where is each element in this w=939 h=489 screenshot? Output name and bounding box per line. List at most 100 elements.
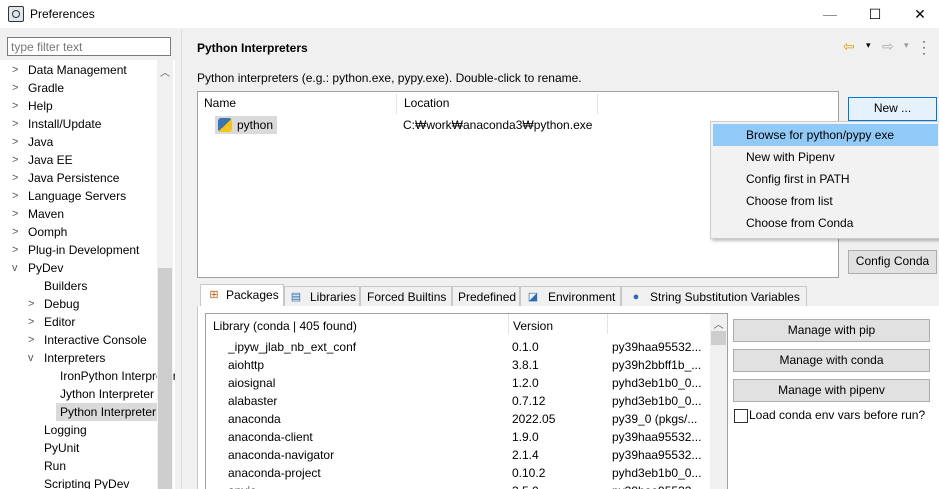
expanded-chevron-icon[interactable]: v <box>12 259 22 277</box>
maximize-button[interactable]: ☐ <box>855 4 895 24</box>
package-name: aiohttp <box>228 358 265 372</box>
tree-item[interactable]: Jython Interpreter <box>56 385 157 403</box>
collapsed-chevron-icon[interactable]: > <box>12 61 22 79</box>
manage-with-pip-button[interactable]: Manage with pip <box>733 319 930 342</box>
tree-item[interactable]: > Editor <box>28 313 157 331</box>
column-header-name[interactable]: Name <box>204 94 236 112</box>
tree-item[interactable]: > Data Management <box>12 61 157 79</box>
tab-environment[interactable]: ◪ Environment <box>520 286 621 307</box>
tree-item[interactable]: > Maven <box>12 205 157 223</box>
forward-arrow-icon[interactable]: ⇨ <box>882 38 894 55</box>
package-build: py39haa95532... <box>612 482 707 489</box>
interpreter-row-name[interactable]: python <box>215 116 278 134</box>
tree-item[interactable]: > Install/Update <box>12 115 157 133</box>
dropdown-item-config-first-in-path[interactable]: Config first in PATH <box>713 168 938 190</box>
tree-item[interactable]: PyUnit <box>28 439 157 457</box>
tree-item[interactable]: > Interactive Console <box>28 331 157 349</box>
dropdown-item-choose-from-list[interactable]: Choose from list <box>713 190 938 212</box>
preferences-tree[interactable]: > Data Management > Gradle > Help > Install/Upd… <box>0 60 175 489</box>
interpreter-location[interactable]: C:₩work₩anaconda3₩python.exe <box>403 118 592 132</box>
tree-item[interactable]: > Oomph <box>12 223 157 241</box>
back-arrow-icon[interactable]: ⇦ <box>843 38 855 55</box>
packages-scroll-thumb[interactable] <box>711 331 726 345</box>
tab-forced-builtins[interactable]: Forced Builtins <box>360 286 452 307</box>
config-conda-button[interactable]: Config Conda <box>848 250 937 274</box>
tab-string-substitution-variables[interactable]: ● String Substitution Variables <box>621 286 807 307</box>
scroll-up-icon[interactable]: ︿ <box>710 316 727 331</box>
collapsed-chevron-icon[interactable]: > <box>28 295 38 313</box>
package-name: _ipyw_jlab_nb_ext_conf <box>228 340 357 354</box>
load-conda-env-label[interactable]: Load conda env vars before run? <box>749 408 925 422</box>
tree-item[interactable]: > Java Persistence <box>12 169 157 187</box>
new-interpreter-button[interactable]: New ... <box>848 97 937 121</box>
package-row[interactable]: anyio 3.5.0 py39haa95532... <box>206 482 711 489</box>
column-header-location[interactable]: Location <box>404 94 449 112</box>
tree-item[interactable]: > Language Servers <box>12 187 157 205</box>
tree-item[interactable]: Python Interpreter <box>56 403 157 421</box>
column-separator <box>396 94 397 114</box>
collapsed-chevron-icon[interactable]: > <box>28 313 38 331</box>
tree-item[interactable]: v Interpreters <box>28 349 157 367</box>
close-button[interactable]: ✕ <box>900 4 939 24</box>
tree-item[interactable]: Scripting PyDev <box>28 475 157 489</box>
view-menu-icon[interactable]: · · · <box>922 35 926 59</box>
collapsed-chevron-icon[interactable]: > <box>12 169 22 187</box>
collapsed-chevron-icon[interactable]: > <box>12 151 22 169</box>
tree-scroll-thumb[interactable] <box>158 268 172 489</box>
filter-input[interactable] <box>7 37 171 56</box>
title-bar <box>0 0 939 28</box>
forward-menu-chevron-icon[interactable]: ▾ <box>904 40 909 51</box>
tree-item-label: Jython Interpreter <box>60 387 155 401</box>
libraries-icon: ▤ <box>290 291 302 303</box>
tree-item[interactable]: > Java <box>12 133 157 151</box>
tree-item[interactable]: > Help <box>12 97 157 115</box>
package-row[interactable]: _ipyw_jlab_nb_ext_conf 0.1.0 py39haa95532.… <box>206 338 711 356</box>
column-header-library[interactable]: Library (conda | 405 found) <box>213 317 357 335</box>
collapsed-chevron-icon[interactable]: > <box>12 187 22 205</box>
collapsed-chevron-icon[interactable]: > <box>12 223 22 241</box>
back-menu-chevron-icon[interactable]: ▾ <box>866 40 871 51</box>
package-row[interactable]: anaconda-navigator 2.1.4 py39haa95532... <box>206 446 711 464</box>
tab-predefined[interactable]: Predefined <box>452 286 520 307</box>
package-version: 2022.05 <box>512 412 556 426</box>
package-row[interactable]: anaconda-project 0.10.2 pyhd3eb1b0_0... <box>206 464 711 482</box>
tree-item[interactable]: > Java EE <box>12 151 157 169</box>
package-row[interactable]: aiohttp 3.8.1 py39h2bbff1b_... <box>206 356 711 374</box>
dropdown-item-choose-from-conda[interactable]: Choose from Conda <box>713 212 938 234</box>
load-conda-env-checkbox[interactable] <box>734 409 748 423</box>
manage-with-conda-button[interactable]: Manage with conda <box>733 349 930 372</box>
tree-item[interactable]: Logging <box>28 421 157 439</box>
minimize-button[interactable]: — <box>810 4 850 24</box>
tree-item[interactable]: Run <box>28 457 157 475</box>
tree-item[interactable]: > Gradle <box>12 79 157 97</box>
collapsed-chevron-icon[interactable]: > <box>12 241 22 259</box>
collapsed-chevron-icon[interactable]: > <box>12 115 22 133</box>
package-row[interactable]: aiosignal 1.2.0 pyhd3eb1b0_0... <box>206 374 711 392</box>
package-build: py39haa95532... <box>612 430 702 444</box>
dropdown-item-new-with-pipenv[interactable]: New with Pipenv <box>713 146 938 168</box>
tab-packages[interactable]: ⊞ Packages <box>200 284 284 307</box>
dropdown-item-browse-for-python-pypy-exe[interactable]: Browse for python/pypy exe <box>713 124 938 146</box>
package-row[interactable]: alabaster 0.7.12 pyhd3eb1b0_0... <box>206 392 711 410</box>
tree-item[interactable]: v PyDev <box>12 259 157 277</box>
scroll-up-icon[interactable]: ︿ <box>157 64 173 79</box>
tree-item[interactable]: Builders <box>28 277 157 295</box>
eclipse-app-icon <box>8 6 24 22</box>
column-header-version[interactable]: Version <box>513 317 553 335</box>
package-row[interactable]: anaconda 2022.05 py39_0 (pkgs/... <box>206 410 711 428</box>
packages-table[interactable]: Library (conda | 405 found) Version _ipy… <box>205 313 728 489</box>
collapsed-chevron-icon[interactable]: > <box>12 133 22 151</box>
manage-with-pipenv-button[interactable]: Manage with pipenv <box>733 379 930 402</box>
package-build: pyhd3eb1b0_0... <box>612 376 702 390</box>
tree-item[interactable]: > Debug <box>28 295 157 313</box>
package-row[interactable]: anaconda-client 1.9.0 py39haa95532... <box>206 428 711 446</box>
collapsed-chevron-icon[interactable]: > <box>12 205 22 223</box>
tree-item[interactable]: IronPython Interpreter <box>56 367 175 385</box>
collapsed-chevron-icon[interactable]: > <box>12 79 22 97</box>
tree-item[interactable]: > Plug-in Development <box>12 241 157 259</box>
tab-libraries[interactable]: ▤ Libraries <box>284 286 360 307</box>
collapsed-chevron-icon[interactable]: > <box>28 331 38 349</box>
panel-divider[interactable] <box>181 30 182 489</box>
expanded-chevron-icon[interactable]: v <box>28 349 38 367</box>
collapsed-chevron-icon[interactable]: > <box>12 97 22 115</box>
